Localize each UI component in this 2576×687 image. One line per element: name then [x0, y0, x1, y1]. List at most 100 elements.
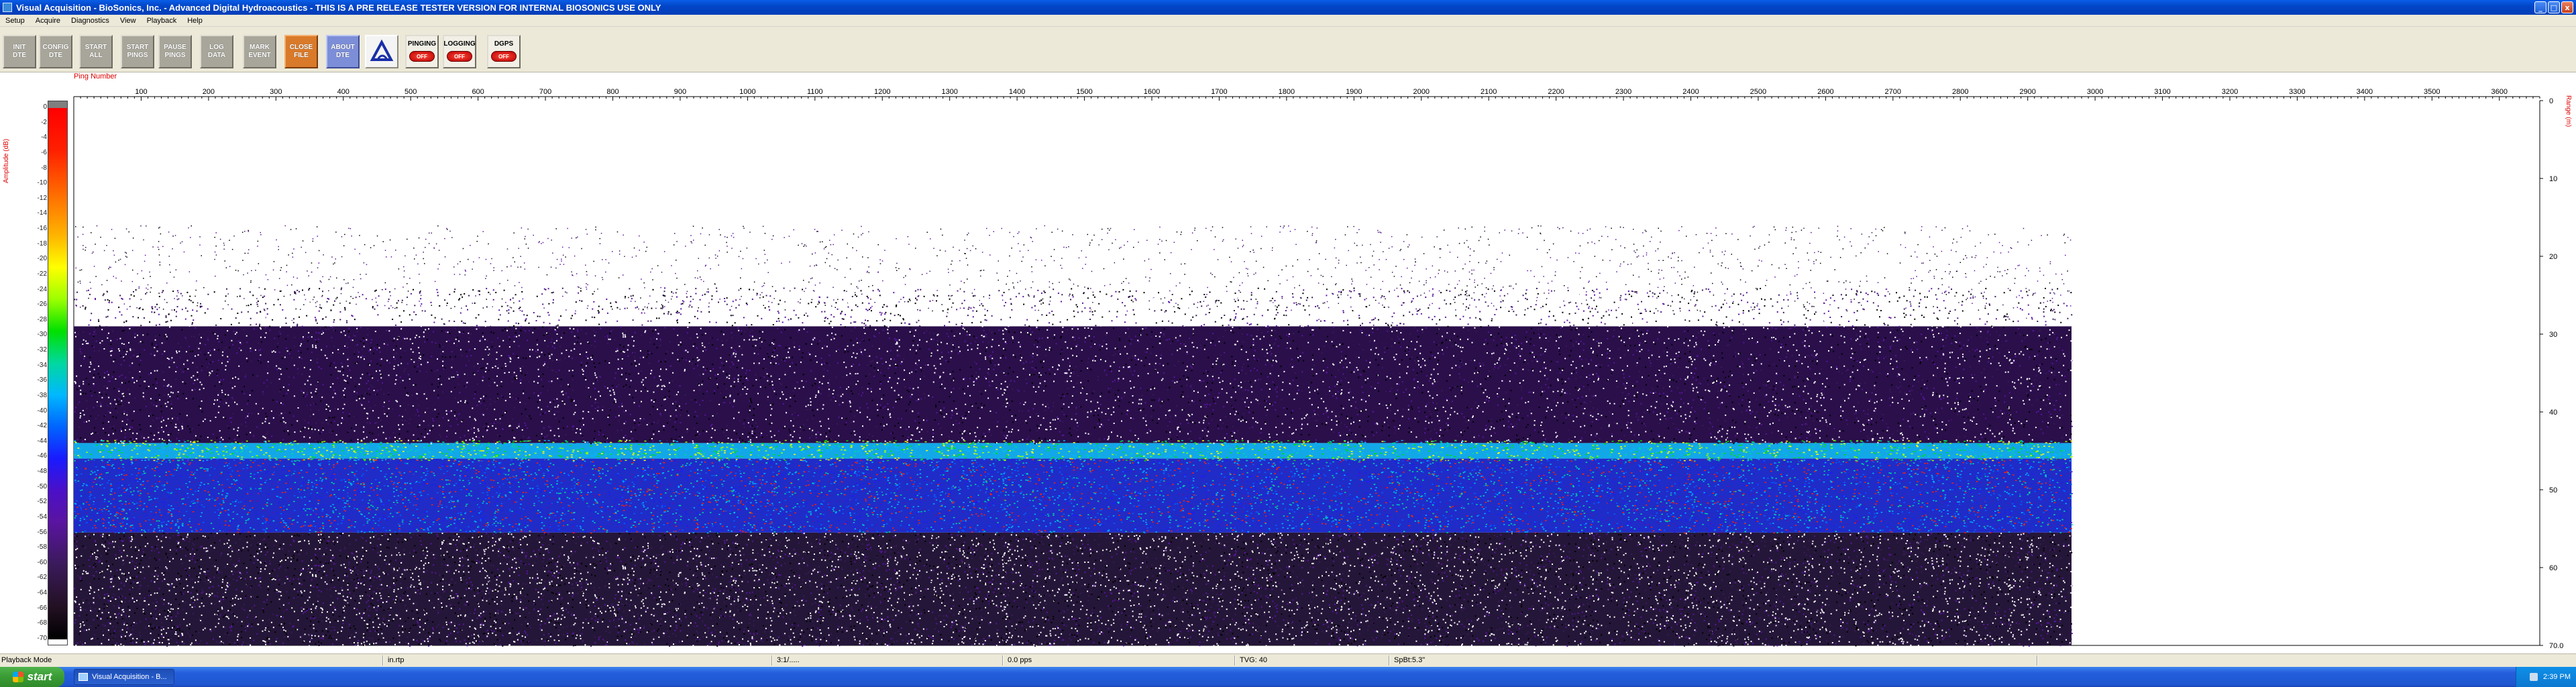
ping-tick-label: 3300 [2289, 88, 2305, 96]
ping-tick-label: 800 [606, 88, 619, 96]
status-mode: Playback Mode [1, 656, 52, 664]
ping-tick-label: 2300 [1615, 88, 1631, 96]
ping-tick-label: 2500 [1750, 88, 1766, 96]
menu-playback[interactable]: Playback [142, 17, 182, 25]
start-all-button[interactable]: START ALL [79, 35, 113, 68]
pinging-title: PINGING [407, 40, 437, 48]
ping-tick-label: 1200 [874, 88, 890, 96]
title-bar: Visual Acquisition - BioSonics, Inc. - A… [0, 0, 2576, 15]
logging-indicator: LOGGING OFF [443, 35, 476, 68]
toolbar: INIT DTE CONFIG DTE START ALL START PING… [0, 27, 2576, 72]
menu-setup[interactable]: Setup [0, 17, 30, 25]
status-separator [382, 655, 384, 666]
status-separator [1002, 655, 1004, 666]
dgps-state-light: OFF [491, 51, 517, 62]
dgps-indicator: DGPS OFF [487, 35, 521, 68]
system-tray: 2:39 PM [2516, 667, 2576, 687]
ping-tick-label: 1500 [1076, 88, 1092, 96]
application-window: Visual Acquisition - BioSonics, Inc. - A… [0, 0, 2576, 687]
start-pings-label: START PINGS [126, 44, 149, 59]
ping-tick-label: 2600 [1817, 88, 1833, 96]
ping-tick-label: 100 [135, 88, 147, 96]
start-pings-button[interactable]: START PINGS [121, 35, 154, 68]
taskbar: start Visual Acquisition - B... 2:39 PM [0, 667, 2576, 687]
menu-help[interactable]: Help [182, 17, 208, 25]
network-icon[interactable] [2530, 673, 2538, 681]
ping-tick-label: 200 [203, 88, 215, 96]
range-tick-label: 30 [2549, 331, 2557, 339]
pause-pings-label: PAUSE PINGS [164, 44, 186, 59]
ping-tick-label: 3000 [2087, 88, 2103, 96]
close-file-button[interactable]: CLOSE FILE [284, 35, 318, 68]
status-tvg: TVG: 40 [1240, 656, 1267, 664]
init-dte-button[interactable]: INIT DTE [3, 35, 36, 68]
status-rate: 0.0 pps [1008, 656, 1032, 664]
app-window-icon [78, 673, 88, 681]
log-data-label: LOG DATA [207, 44, 226, 59]
echogram-panel: Ping Number Amplitude (dB) Range (m) 0 -2… [0, 72, 2576, 653]
echo-sample-cluster [75, 225, 2065, 312]
ping-tick-label: 1700 [1211, 88, 1227, 96]
minimize-button[interactable]: _ [2534, 1, 2546, 13]
mark-event-label: MARK EVENT [248, 44, 271, 59]
menu-diagnostics[interactable]: Diagnostics [66, 17, 115, 25]
ping-tick-label: 600 [472, 88, 484, 96]
range-tick-label: 40 [2549, 409, 2557, 417]
echogram-chart[interactable]: 100 200 300 400 500 600 700 800 900 1000 1100 1200 1… [0, 72, 2576, 653]
echogram-samples [74, 225, 2074, 647]
biosonics-logo-button[interactable] [365, 35, 398, 68]
dgps-title: DGPS [494, 40, 514, 48]
close-button[interactable]: x [2561, 1, 2573, 13]
logging-state-light: OFF [447, 51, 472, 62]
ping-tick-label: 1900 [1346, 88, 1362, 96]
ping-tick-label: 3500 [2424, 88, 2440, 96]
ping-tick-label: 700 [539, 88, 551, 96]
close-file-label: CLOSE FILE [289, 44, 313, 59]
ping-tick-label: 2200 [1548, 88, 1564, 96]
status-separator [2037, 655, 2038, 666]
ping-tick-label: 2800 [1952, 88, 1968, 96]
range-tick-label: 0 [2549, 97, 2553, 105]
range-tick-label: 70.0 [2549, 642, 2563, 650]
init-dte-label: INIT DTE [13, 44, 26, 59]
menu-view[interactable]: View [115, 17, 142, 25]
ping-tick-label: 1400 [1009, 88, 1025, 96]
config-dte-label: CONFIG DTE [42, 44, 69, 59]
ping-tick-label: 2900 [2019, 88, 2035, 96]
range-tick-label: 10 [2549, 175, 2557, 183]
start-label: start [27, 670, 52, 683]
status-spbt: SpBt:5.3" [1394, 656, 1426, 664]
ping-tick-label: 1100 [807, 88, 823, 96]
ping-tick-label: 300 [270, 88, 282, 96]
ping-tick-label: 2400 [1682, 88, 1699, 96]
menu-acquire[interactable]: Acquire [30, 17, 66, 25]
ping-tick-label: 2700 [1885, 88, 1901, 96]
maximize-button[interactable]: □ [2548, 1, 2560, 13]
status-file: in.rtp [388, 656, 405, 664]
ping-tick-label: 1600 [1144, 88, 1160, 96]
log-data-button[interactable]: LOG DATA [200, 35, 233, 68]
biosonics-logo-icon [370, 39, 394, 61]
start-button[interactable]: start [0, 667, 64, 687]
pinging-indicator: PINGING OFF [405, 35, 439, 68]
echo-sample-cluster [75, 225, 2069, 312]
pause-pings-button[interactable]: PAUSE PINGS [158, 35, 192, 68]
ping-tick-label: 2100 [1481, 88, 1497, 96]
status-separator [1234, 655, 1236, 666]
range-tick-label: 50 [2549, 486, 2557, 494]
windows-logo-icon [12, 672, 23, 682]
config-dte-button[interactable]: CONFIG DTE [39, 35, 72, 68]
ping-tick-label: 3400 [2357, 88, 2373, 96]
logging-title: LOGGING [443, 40, 476, 48]
range-tick-label: 20 [2549, 253, 2557, 261]
ping-tick-label: 3200 [2222, 88, 2238, 96]
about-dte-button[interactable]: ABOUT DTE [326, 35, 360, 68]
backscatter-layer [74, 326, 2072, 443]
ping-tick-label: 3100 [2154, 88, 2170, 96]
taskbar-item-visual-acquisition[interactable]: Visual Acquisition - B... [74, 669, 174, 685]
ping-tick-label: 3600 [2491, 88, 2507, 96]
status-bar: Playback Mode in.rtp 3:1/..... 0.0 pps T… [0, 653, 2576, 667]
echo-sample-cluster [75, 225, 2072, 312]
ping-tick-label: 400 [337, 88, 350, 96]
mark-event-button[interactable]: MARK EVENT [243, 35, 276, 68]
